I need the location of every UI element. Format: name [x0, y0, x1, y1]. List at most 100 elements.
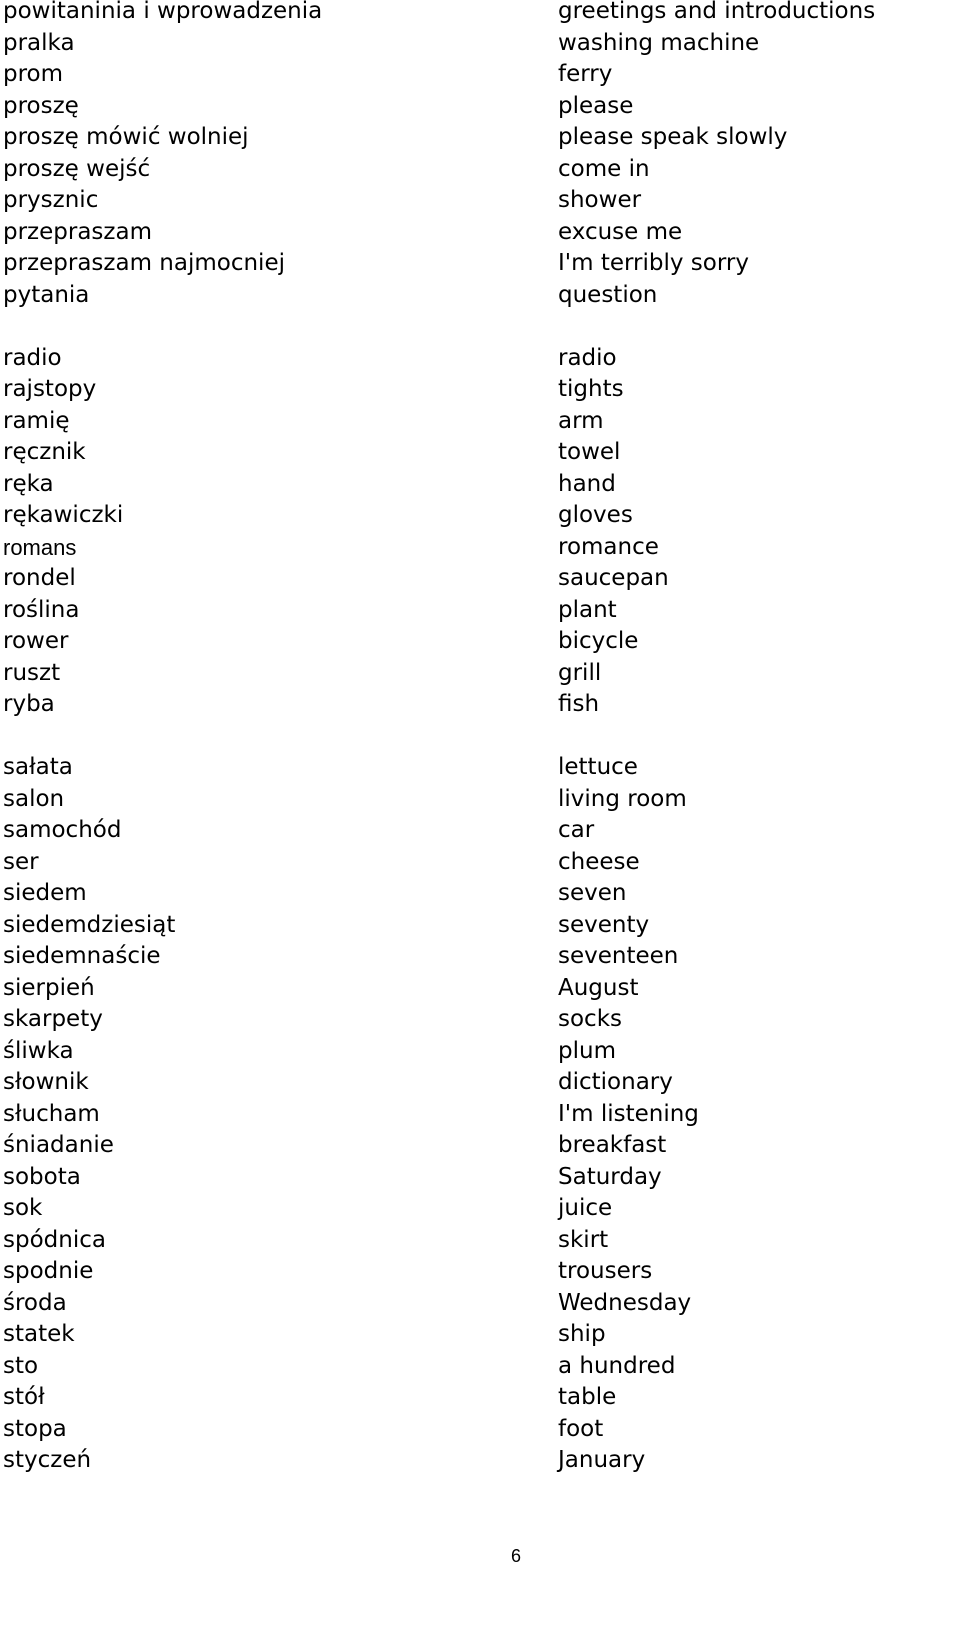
english-translation: table	[558, 1384, 617, 1410]
vocabulary-row: sto a hundred	[0, 1351, 960, 1383]
polish-word: stopa	[3, 1415, 67, 1442]
vocabulary-row: radio radio	[0, 343, 960, 375]
vocabulary-row: roślina plant	[0, 595, 960, 627]
english-translation: seventeen	[558, 943, 679, 969]
english-translation: living room	[558, 785, 687, 812]
english-translation: grill	[558, 659, 602, 686]
vocabulary-row: salon living room	[0, 784, 960, 816]
english-translation: trousers	[558, 1258, 653, 1284]
polish-word: słownik	[3, 1069, 89, 1095]
english-translation: tights	[558, 376, 624, 402]
vocabulary-row: proszę wejść come in	[0, 154, 960, 186]
polish-word: przepraszam	[3, 218, 152, 245]
vocabulary-row: rajstopy tights	[0, 374, 960, 406]
polish-word: pytania	[3, 281, 90, 308]
polish-word: przepraszam najmocniej	[3, 250, 285, 276]
english-translation: seven	[558, 880, 627, 906]
vocabulary-row: proszę mówić wolniej please speak slowly	[0, 122, 960, 154]
polish-word: spodnie	[3, 1258, 94, 1284]
vocabulary-row: ręcznik towel	[0, 437, 960, 469]
polish-word: ręka	[3, 470, 54, 497]
english-translation: lettuce	[558, 754, 638, 780]
english-translation: cheese	[558, 848, 640, 875]
polish-word: salon	[3, 785, 65, 812]
polish-word: proszę mówić wolniej	[3, 124, 249, 150]
vocabulary-row: romans romance	[0, 532, 960, 564]
english-translation: ship	[558, 1321, 606, 1347]
polish-word: sok	[3, 1195, 43, 1221]
english-translation: come in	[558, 155, 650, 182]
vocabulary-row: statek ship	[0, 1319, 960, 1351]
polish-word: sto	[3, 1352, 39, 1379]
vocabulary-row: śliwka plum	[0, 1036, 960, 1068]
english-translation: fish	[558, 691, 600, 717]
polish-word: siedemnaście	[3, 943, 161, 969]
vocabulary-row: samochód car	[0, 815, 960, 847]
english-translation: excuse me	[558, 218, 683, 245]
english-translation: foot	[558, 1415, 604, 1442]
english-translation: hand	[558, 470, 616, 497]
english-translation: Saturday	[558, 1163, 662, 1190]
english-translation: August	[558, 974, 639, 1001]
english-translation: plant	[558, 596, 617, 623]
page-number: 6	[511, 1546, 522, 1566]
vocabulary-row: siedemnaście seventeen	[0, 941, 960, 973]
vocabulary-row: pytania question	[0, 280, 960, 312]
english-translation: January	[558, 1447, 646, 1473]
english-translation: greetings and introductions	[558, 0, 876, 24]
polish-word: rondel	[3, 565, 76, 591]
polish-word: roślina	[3, 596, 80, 623]
english-translation: I'm terribly sorry	[558, 250, 749, 276]
english-translation: ferry	[558, 61, 613, 87]
polish-word: rękawiczki	[3, 502, 124, 528]
vocabulary-row: skarpety socks	[0, 1004, 960, 1036]
polish-word: słucham	[3, 1100, 100, 1127]
english-translation: shower	[558, 187, 642, 213]
polish-word: śliwka	[3, 1037, 74, 1064]
vocabulary-row: ruszt grill	[0, 658, 960, 690]
vocabulary-row: słucham I'm listening	[0, 1099, 960, 1131]
english-translation: skirt	[558, 1226, 609, 1253]
vocabulary-row: rower bicycle	[0, 626, 960, 658]
vocabulary-row: siedemdziesiąt seventy	[0, 910, 960, 942]
polish-word: ręcznik	[3, 439, 86, 465]
vocabulary-row: styczeń January	[0, 1445, 960, 1477]
english-translation: juice	[558, 1195, 613, 1221]
vocabulary-row: ser cheese	[0, 847, 960, 879]
english-translation: towel	[558, 439, 621, 465]
vocabulary-group: powitaninia i wprowadzenia greetings and …	[0, 0, 960, 311]
polish-word: spódnica	[3, 1226, 106, 1253]
english-translation: breakfast	[558, 1132, 667, 1158]
polish-word: samochód	[3, 817, 122, 843]
polish-word: powitaninia i wprowadzenia	[3, 0, 323, 24]
polish-word: stół	[3, 1384, 45, 1410]
polish-word: ryba	[3, 691, 55, 717]
vocabulary-row: ręka hand	[0, 469, 960, 501]
vocabulary-row: sałata lettuce	[0, 752, 960, 784]
polish-word: ser	[3, 848, 39, 875]
english-translation: washing machine	[558, 29, 760, 56]
polish-word: rower	[3, 628, 69, 654]
vocabulary-row: prom ferry	[0, 59, 960, 91]
vocabulary-row: siedem seven	[0, 878, 960, 910]
polish-word: statek	[3, 1321, 75, 1347]
polish-word: sierpień	[3, 974, 95, 1001]
polish-word: ramię	[3, 407, 70, 434]
polish-word: prom	[3, 61, 64, 87]
english-translation: please	[558, 92, 634, 119]
polish-word: siedemdziesiąt	[3, 911, 176, 938]
polish-word: pralka	[3, 29, 75, 56]
polish-word: sałata	[3, 754, 73, 780]
english-translation: bicycle	[558, 628, 639, 654]
vocabulary-row: stół table	[0, 1382, 960, 1414]
polish-word: romans	[3, 534, 77, 560]
english-translation: I'm listening	[558, 1100, 699, 1127]
english-translation: radio	[558, 344, 617, 371]
vocabulary-row: rondel saucepan	[0, 563, 960, 595]
vocabulary-row: przepraszam najmocniej I'm terribly sorry	[0, 248, 960, 280]
polish-word: rajstopy	[3, 376, 97, 402]
polish-word: styczeń	[3, 1447, 92, 1473]
vocabulary-row: spódnica skirt	[0, 1225, 960, 1257]
english-translation: gloves	[558, 502, 633, 528]
english-translation: please speak slowly	[558, 124, 788, 150]
